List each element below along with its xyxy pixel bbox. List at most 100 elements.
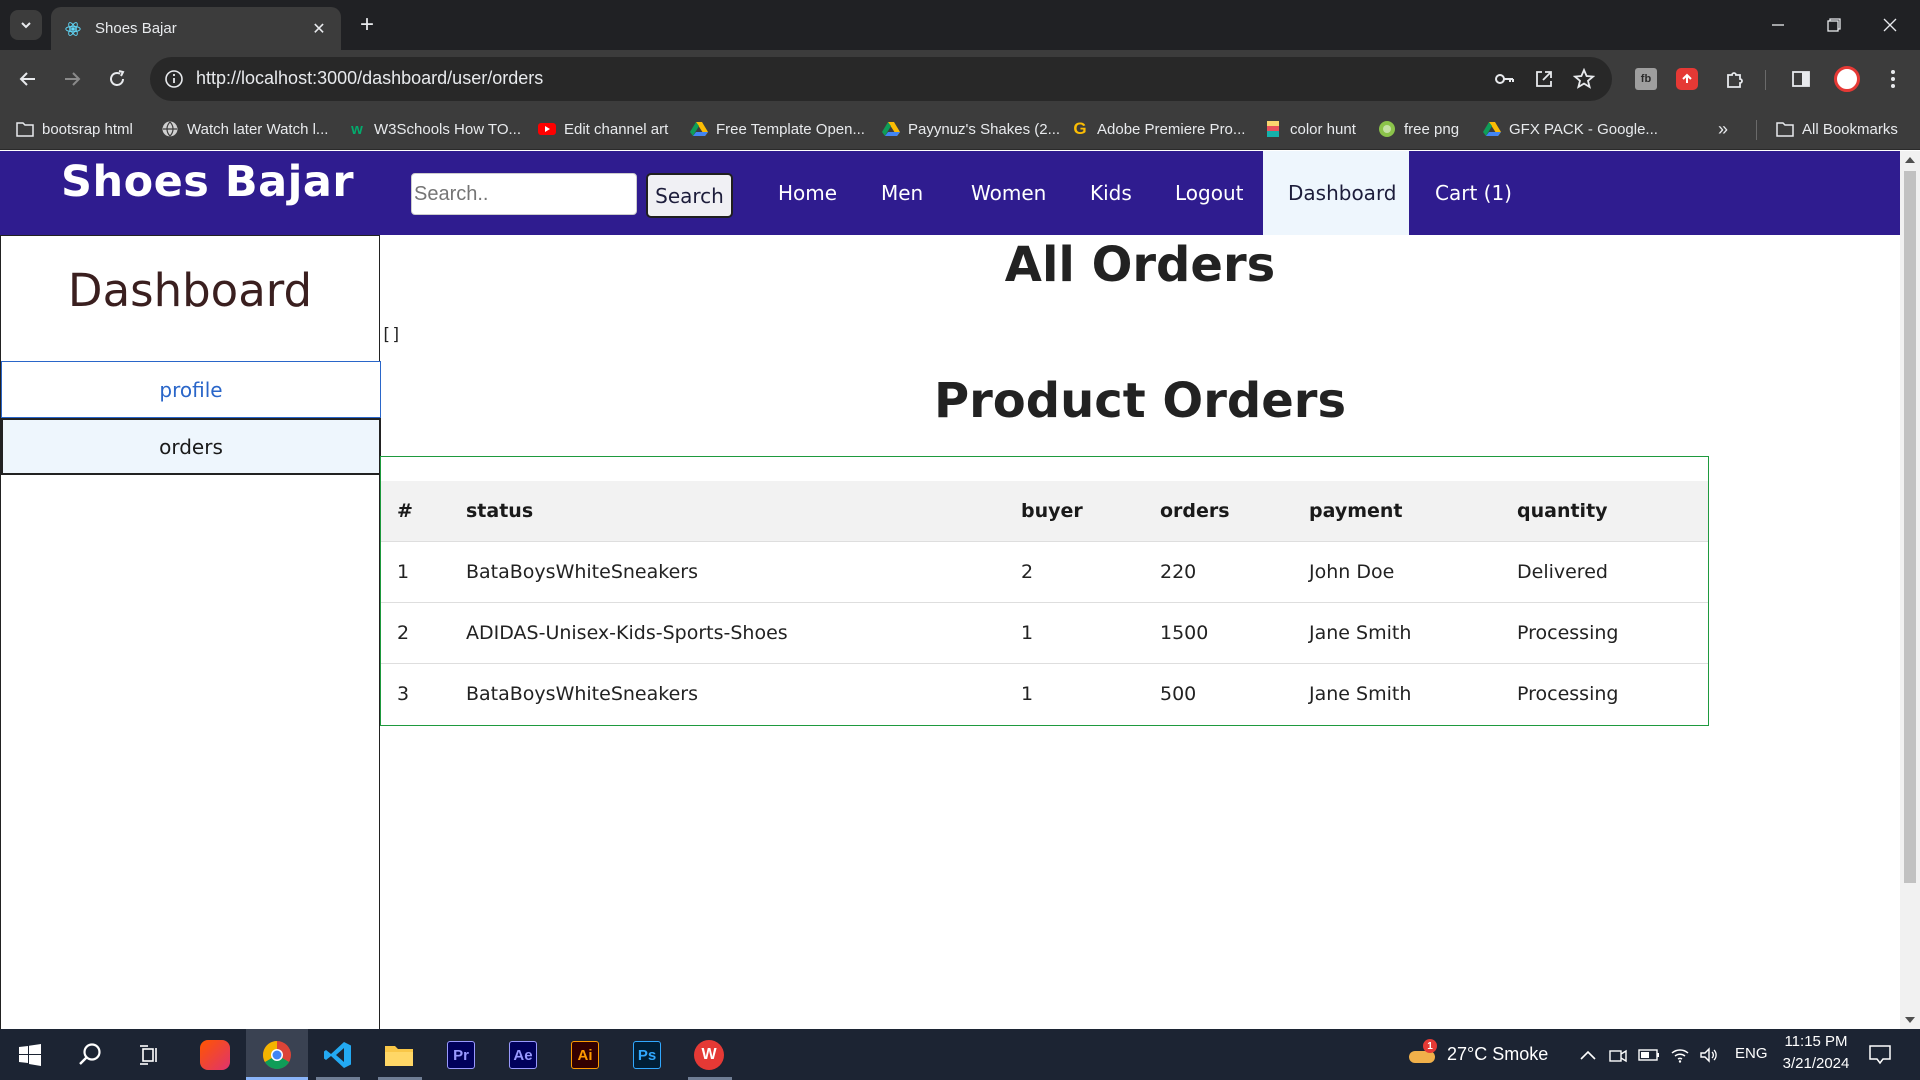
nav-kids[interactable]: Kids xyxy=(1065,151,1157,235)
site-info-icon[interactable] xyxy=(160,65,188,93)
nav-cart[interactable]: Cart (1) xyxy=(1410,151,1537,235)
brave-browser-icon[interactable] xyxy=(195,1035,235,1075)
bookmark-label: Free Template Open... xyxy=(716,120,865,138)
bookmark-item[interactable]: color hunt xyxy=(1264,118,1356,140)
table-cell: Delivered xyxy=(1517,560,1608,583)
file-explorer-icon[interactable] xyxy=(379,1035,419,1075)
premiere-pro-icon[interactable]: Pr xyxy=(441,1035,481,1075)
nav-dashboard[interactable]: Dashboard xyxy=(1263,151,1409,235)
sidebar-item-orders[interactable]: orders xyxy=(1,418,381,475)
bookmark-label: color hunt xyxy=(1290,120,1356,138)
clock-time[interactable]: 11:15 PM xyxy=(1775,1033,1857,1050)
weather-badge: 1 xyxy=(1423,1039,1437,1053)
password-key-icon[interactable] xyxy=(1490,65,1518,93)
vscode-icon[interactable] xyxy=(318,1035,358,1075)
all-bookmarks-label: All Bookmarks xyxy=(1802,120,1898,138)
reload-button[interactable] xyxy=(101,63,133,95)
table-cell: BataBoysWhiteSneakers xyxy=(466,682,698,705)
table-cell: Processing xyxy=(1517,621,1619,644)
bookmark-item[interactable]: Edit channel art xyxy=(538,118,668,140)
bookmark-label: bootsrap html xyxy=(42,120,133,138)
restore-button[interactable] xyxy=(1806,0,1862,50)
profile-avatar[interactable] xyxy=(1832,64,1862,94)
url-text: http://localhost:3000/dashboard/user/ord… xyxy=(196,68,544,88)
wps-office-icon[interactable]: W xyxy=(689,1035,729,1075)
after-effects-icon[interactable]: Ae xyxy=(503,1035,543,1075)
bookmark-item[interactable]: G Adobe Premiere Pro... xyxy=(1071,118,1245,140)
search-icon[interactable] xyxy=(70,1035,110,1075)
address-bar[interactable]: http://localhost:3000/dashboard/user/ord… xyxy=(150,57,1612,101)
site-brand-logo[interactable]: Shoes Bajar xyxy=(61,157,354,207)
volume-icon[interactable] xyxy=(1689,1035,1729,1075)
forward-button[interactable] xyxy=(56,63,88,95)
column-header: orders xyxy=(1160,499,1230,522)
table-cell: 1 xyxy=(397,560,410,583)
scrollbar-thumb[interactable] xyxy=(1904,171,1916,883)
browser-tab[interactable]: Shoes Bajar ✕ xyxy=(51,7,341,50)
minimize-button[interactable] xyxy=(1750,0,1806,50)
chevron-down-icon xyxy=(21,22,31,29)
windows-start-icon[interactable] xyxy=(10,1035,50,1075)
back-button[interactable] xyxy=(12,63,44,95)
clock-date[interactable]: 3/21/2024 xyxy=(1775,1055,1857,1072)
bookmark-item[interactable]: free png xyxy=(1378,118,1459,140)
tab-search-button[interactable] xyxy=(10,10,42,40)
scroll-up-arrow-icon[interactable] xyxy=(1905,157,1915,163)
bookmark-item[interactable]: Payynuz's Shakes (2... xyxy=(882,118,1060,140)
weather-text[interactable]: 27°C Smoke xyxy=(1447,1044,1548,1065)
sidebar-item-profile[interactable]: profile xyxy=(1,361,381,418)
more-bookmarks-chevron-icon[interactable]: » xyxy=(1718,118,1728,140)
open-in-app-icon[interactable] xyxy=(1530,65,1558,93)
scroll-down-arrow-icon[interactable] xyxy=(1905,1017,1915,1023)
nav-home[interactable]: Home xyxy=(753,151,862,235)
tab-title: Shoes Bajar xyxy=(95,20,177,37)
nav-men[interactable]: Men xyxy=(856,151,948,235)
extension-fb-icon[interactable]: fb xyxy=(1631,64,1661,94)
illustrator-icon[interactable]: Ai xyxy=(565,1035,605,1075)
table-cell: 1 xyxy=(1021,682,1034,705)
bookmark-item[interactable]: w W3Schools How TO... xyxy=(348,118,521,140)
bookmark-item[interactable]: Free Template Open... xyxy=(690,118,865,140)
new-tab-button[interactable]: + xyxy=(352,10,382,40)
chrome-icon[interactable] xyxy=(257,1035,297,1075)
reload-icon xyxy=(110,70,125,86)
search-button[interactable]: Search xyxy=(646,173,733,218)
table-cell: 2 xyxy=(1021,560,1034,583)
task-view-icon[interactable] xyxy=(130,1035,170,1075)
language-indicator[interactable]: ENG xyxy=(1735,1045,1768,1062)
nav-women[interactable]: Women xyxy=(946,151,1071,235)
weather-icon[interactable]: 1 xyxy=(1402,1035,1442,1075)
table-row: 2 ADIDAS-Unisex-Kids-Sports-Shoes 1 1500… xyxy=(381,602,1708,663)
close-window-button[interactable] xyxy=(1862,0,1918,50)
globe-icon xyxy=(161,120,179,138)
bookmark-item[interactable]: bootsrap html xyxy=(16,118,133,140)
bookmark-item[interactable]: GFX PACK - Google... xyxy=(1483,118,1658,140)
nav-logout[interactable]: Logout xyxy=(1150,151,1268,235)
more-menu-icon[interactable] xyxy=(1878,64,1908,94)
search-input[interactable] xyxy=(411,173,637,215)
extensions-puzzle-icon[interactable] xyxy=(1720,64,1750,94)
bookmark-star-icon[interactable] xyxy=(1570,65,1598,93)
side-panel-icon[interactable] xyxy=(1786,64,1816,94)
table-cell: 3 xyxy=(397,682,410,705)
notification-center-icon[interactable] xyxy=(1860,1035,1900,1075)
bookmark-label: GFX PACK - Google... xyxy=(1509,120,1658,138)
all-bookmarks-button[interactable]: All Bookmarks xyxy=(1776,118,1898,140)
extension-upload-icon[interactable] xyxy=(1672,64,1702,94)
sidebar-title: Dashboard xyxy=(67,264,313,317)
google-drive-icon xyxy=(1483,120,1501,138)
column-header: payment xyxy=(1309,499,1403,522)
table-row: 3 BataBoysWhiteSneakers 1 500 Jane Smith… xyxy=(381,663,1708,724)
orders-table-container: # status buyer orders payment quantity 1… xyxy=(380,456,1709,726)
close-tab-icon[interactable]: ✕ xyxy=(309,19,329,38)
browser-tab-strip: Shoes Bajar ✕ + xyxy=(0,0,1920,50)
table-cell: 220 xyxy=(1160,560,1197,583)
table-cell: 500 xyxy=(1160,682,1197,705)
bookmark-label: Watch later Watch l... xyxy=(187,120,329,138)
page-scrollbar[interactable] xyxy=(1900,151,1920,1029)
table-cell: 1500 xyxy=(1160,621,1209,644)
browser-toolbar: http://localhost:3000/dashboard/user/ord… xyxy=(0,50,1920,108)
photoshop-icon[interactable]: Ps xyxy=(627,1035,667,1075)
bookmark-item[interactable]: Watch later Watch l... xyxy=(161,118,328,140)
column-header: buyer xyxy=(1021,499,1083,522)
